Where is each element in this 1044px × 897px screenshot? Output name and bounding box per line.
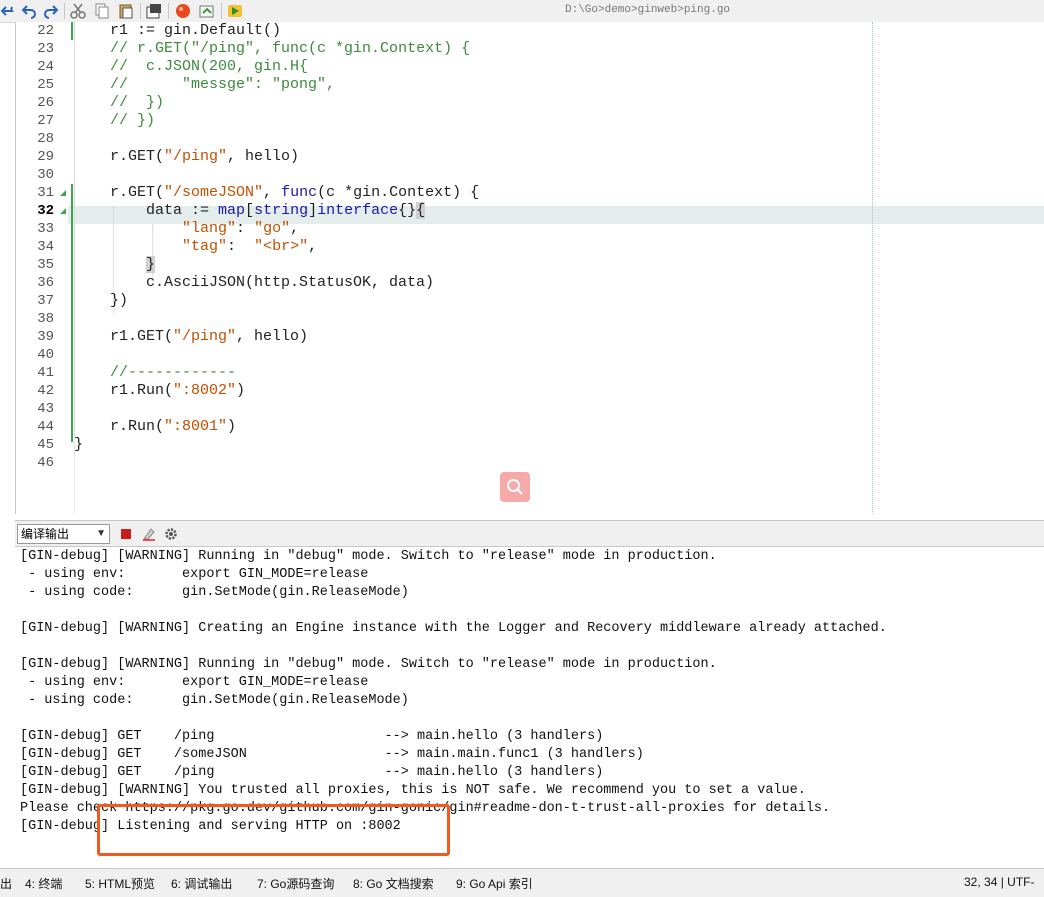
code-line: }) [74, 292, 129, 309]
output-line: [GIN-debug] [WARNING] Running in "debug"… [20, 657, 717, 672]
code-line: // }) [110, 94, 165, 111]
status-tab[interactable]: 4: 终端 [25, 875, 62, 892]
code-line: } [146, 256, 156, 273]
code-line: // r.GET("/ping", func(c *gin.Context) { [110, 40, 471, 57]
change-marker [71, 184, 73, 442]
line-number: 40 [37, 347, 54, 363]
code-line: "lang": "go", [182, 220, 300, 237]
line-number: 32 [37, 203, 54, 219]
status-tab[interactable]: 5: HTML预览 [85, 875, 155, 892]
output-line: [GIN-debug] GET /ping --> main.hello (3 … [20, 729, 604, 744]
file-path: D:\Go>demo>ginweb>ping.go [565, 4, 731, 16]
export-icon[interactable] [198, 2, 216, 20]
output-line: [GIN-debug] [WARNING] You trusted all pr… [20, 783, 806, 798]
main-toolbar: D:\Go>demo>ginweb>ping.go [0, 0, 1044, 23]
code-editor[interactable]: 22 r1 := gin.Default() 23 // r.GET("/ping… [15, 22, 1044, 514]
status-tab[interactable]: 7: Go源码查询 [257, 875, 334, 892]
output-line: [GIN-debug] [WARNING] Running in "debug"… [20, 549, 717, 564]
status-tab[interactable]: 6: 调试输出 [171, 875, 232, 892]
line-number: 27 [37, 113, 54, 129]
line-number: 24 [37, 59, 54, 75]
line-number: 29 [37, 149, 54, 165]
line-number: 22 [37, 23, 54, 39]
output-toolbar: 编译输出 ▼ [15, 520, 1044, 547]
code-line: r1.Run(":8002") [74, 382, 246, 399]
right-margin-guide [872, 22, 873, 514]
status-tab[interactable]: 9: Go Api 索引 [456, 875, 533, 892]
code-line: // "messge": "pong", [110, 76, 336, 93]
code-line: r.GET("/ping", hello) [74, 148, 300, 165]
undo-arrow-icon[interactable] [20, 2, 38, 20]
output-line: - using env: export GIN_MODE=release [20, 567, 369, 582]
output-line: [GIN-debug] GET /ping --> main.hello (3 … [20, 765, 604, 780]
code-line: // c.JSON(200, gin.H{ [110, 58, 309, 75]
search-icon [507, 479, 523, 495]
code-line: // }) [110, 112, 156, 129]
redo-icon[interactable] [42, 2, 60, 20]
status-tab[interactable]: 出 [0, 875, 12, 892]
code-line: data := map[string]interface{}{ [74, 202, 426, 219]
code-line: r1 := gin.Default() [74, 22, 282, 39]
code-line: c.AsciiJSON(http.StatusOK, data) [74, 274, 435, 291]
output-line: [GIN-debug] GET /someJSON --> main.main.… [20, 747, 644, 762]
line-number: 41 [37, 365, 54, 381]
output-source-select[interactable]: 编译输出 ▼ [17, 524, 110, 544]
line-number: 43 [37, 401, 54, 417]
line-number: 31 [37, 185, 54, 201]
gear-icon [165, 528, 177, 540]
code-line: r1.GET("/ping", hello) [74, 328, 309, 345]
line-number: 33 [37, 221, 54, 237]
code-line: "tag": "<br>", [182, 238, 318, 255]
cursor-position: 32, 34 | UTF- [964, 875, 1035, 889]
line-number: 25 [37, 77, 54, 93]
line-number: 35 [37, 257, 54, 273]
status-tab[interactable]: 8: Go 文档搜索 [353, 875, 434, 892]
stop-button[interactable] [118, 526, 134, 542]
code-line: //------------ [110, 364, 237, 381]
copy-icon[interactable] [93, 2, 111, 20]
line-number: 34 [37, 239, 54, 255]
clear-output-button[interactable] [141, 526, 157, 542]
line-number: 46 [37, 455, 54, 471]
search-button[interactable] [500, 472, 530, 502]
save-icon[interactable] [145, 2, 163, 20]
fold-marker-icon[interactable] [60, 190, 66, 196]
line-number: 44 [37, 419, 54, 435]
output-line: [GIN-debug] [WARNING] Creating an Engine… [20, 621, 887, 636]
line-number: 45 [37, 437, 54, 453]
code-line: r.GET("/someJSON", func(c *gin.Context) … [74, 184, 480, 201]
paste-icon[interactable] [117, 2, 135, 20]
code-line: } [74, 436, 84, 453]
stop-icon [121, 529, 131, 539]
output-settings-button[interactable] [163, 526, 179, 542]
output-line: - using code: gin.SetMode(gin.ReleaseMod… [20, 585, 409, 600]
line-number: 28 [37, 131, 54, 147]
code-line: r.Run(":8001") [74, 418, 237, 435]
line-number: 30 [37, 167, 54, 183]
eraser-icon [143, 528, 155, 541]
status-bar: 出 4: 终端 5: HTML预览 6: 调试输出 7: Go源码查询 8: Go 文档搜… [0, 868, 1044, 897]
line-number: 26 [37, 95, 54, 111]
line-number: 36 [37, 275, 54, 291]
line-number: 42 [37, 383, 54, 399]
line-number: 23 [37, 41, 54, 57]
line-number: 38 [37, 311, 54, 327]
chevron-down-icon: ▼ [96, 528, 106, 539]
fold-marker-icon[interactable] [60, 208, 66, 214]
output-line: - using code: gin.SetMode(gin.ReleaseMod… [20, 693, 409, 708]
undo-icon[interactable] [0, 2, 18, 20]
cut-icon[interactable] [69, 2, 87, 20]
output-line: - using env: export GIN_MODE=release [20, 675, 369, 690]
highlight-box [97, 804, 450, 856]
run-icon[interactable] [226, 2, 244, 20]
output-source-value: 编译输出 [21, 527, 70, 541]
change-marker [71, 22, 73, 40]
encoding-label: UTF- [1007, 875, 1035, 889]
record-icon[interactable] [174, 2, 192, 20]
line-number: 37 [37, 293, 54, 309]
line-number: 39 [37, 329, 54, 345]
